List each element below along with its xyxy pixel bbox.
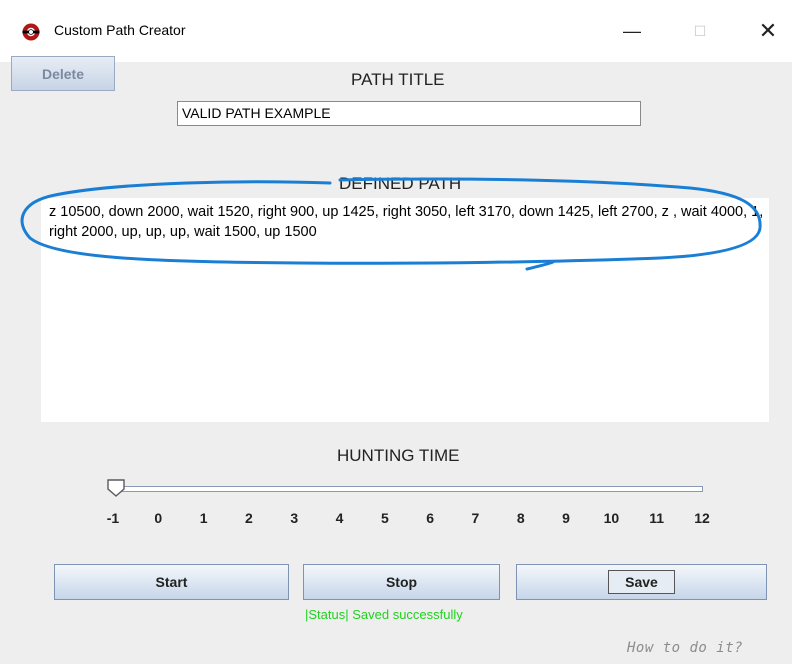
slider-tick-label: -1	[106, 510, 120, 526]
maximize-button[interactable]: ☐	[680, 16, 720, 46]
slider-track[interactable]	[111, 486, 703, 492]
app-logo-icon	[22, 23, 40, 41]
path-title-label: PATH TITLE	[351, 70, 445, 89]
close-button[interactable]: ✕	[748, 16, 788, 46]
delete-button[interactable]: Delete	[11, 56, 115, 91]
slider-tick-label: 4	[335, 510, 344, 526]
stop-button[interactable]: Stop	[303, 564, 500, 600]
status-message: |Status| Saved successfully	[305, 607, 463, 622]
slider-tick-label: 12	[694, 510, 710, 526]
slider-tick-label: 6	[426, 510, 435, 526]
path-title-input[interactable]: VALID PATH EXAMPLE	[177, 101, 641, 126]
slider-tick-label: 11	[649, 510, 665, 526]
hunting-time-slider[interactable]	[107, 479, 703, 497]
slider-tick-label: 5	[380, 510, 389, 526]
start-button[interactable]: Start	[54, 564, 289, 600]
slider-tick-label: 1	[199, 510, 208, 526]
defined-path-label: DEFINED PATH	[339, 174, 462, 193]
slider-tick-label: 10	[603, 510, 620, 526]
minimize-button[interactable]: —	[612, 16, 652, 46]
main-panel: Delete PATH TITLE VALID PATH EXAMPLE DEF…	[5, 56, 787, 664]
hunting-time-label: HUNTING TIME	[337, 446, 460, 465]
save-button-label: Save	[608, 570, 675, 594]
save-button[interactable]: Save	[516, 564, 767, 600]
slider-tick-label: 8	[516, 510, 525, 526]
defined-path-textarea[interactable]: z 10500, down 2000, wait 1520, right 900…	[41, 198, 769, 422]
window-title: Custom Path Creator	[54, 22, 186, 38]
defined-path-text: z 10500, down 2000, wait 1520, right 900…	[49, 204, 764, 240]
slider-thumb[interactable]	[106, 478, 126, 498]
slider-tick-label: 3	[290, 510, 299, 526]
slider-tick-label: 9	[562, 510, 570, 526]
title-bar: Custom Path Creator — ☐ ✕	[0, 0, 792, 62]
slider-tick-labels: -1 0 1 2 3 4 5 6 7 8 9 10 11 12	[5, 510, 792, 530]
slider-tick-label: 0	[154, 510, 163, 526]
how-to-link[interactable]: How to do it?	[627, 640, 743, 656]
slider-tick-label: 7	[471, 510, 480, 526]
slider-tick-label: 2	[245, 510, 253, 526]
